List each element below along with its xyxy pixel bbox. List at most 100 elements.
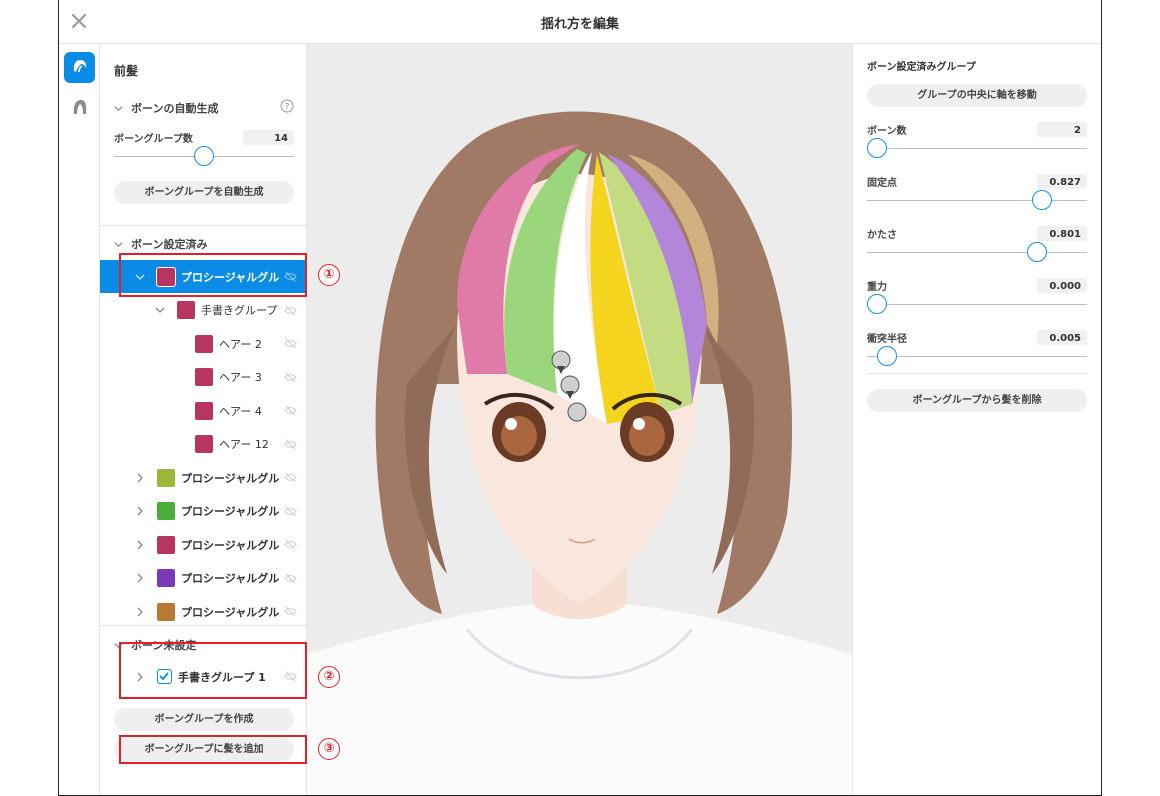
divider xyxy=(100,225,306,226)
chevron-down-icon xyxy=(114,241,123,247)
tree-row-label: 手書きグループ xyxy=(201,304,278,317)
tree-row[interactable]: プロシージャルグル xyxy=(100,595,307,628)
chevron-down-icon xyxy=(114,105,123,111)
eye-hidden-icon[interactable] xyxy=(284,304,297,317)
chevron-right-icon[interactable] xyxy=(135,540,145,550)
annotation-number-2: ② xyxy=(318,666,340,688)
group-count-value[interactable]: 14 xyxy=(243,130,294,145)
annotation-number-1: ① xyxy=(318,264,340,286)
param-slider-track[interactable] xyxy=(867,356,1087,357)
param-slider-track[interactable] xyxy=(867,304,1087,305)
rail-button-bangs[interactable] xyxy=(64,52,95,83)
tree-row[interactable]: プロシージャルグル xyxy=(100,461,307,494)
param-slider-track[interactable] xyxy=(867,200,1087,201)
eye-hidden-icon[interactable] xyxy=(284,404,297,417)
annotation-box-1 xyxy=(119,253,307,297)
group-count-slider-thumb[interactable] xyxy=(194,146,214,166)
configured-heading: ボーン設定済み xyxy=(131,238,208,251)
group-count-label: ボーングループ数 xyxy=(114,134,193,145)
param-value[interactable]: 0.005 xyxy=(1037,330,1087,345)
color-swatch[interactable] xyxy=(157,569,175,587)
auto-generate-header[interactable]: ボーンの自動生成 xyxy=(114,100,218,116)
param-slider-thumb[interactable] xyxy=(867,138,887,158)
param-slider-thumb[interactable] xyxy=(877,346,897,366)
tree-row-label: ヘアー 12 xyxy=(219,438,269,451)
param-value[interactable]: 2 xyxy=(1037,122,1087,137)
param-label: 衝突半径 xyxy=(867,334,907,345)
tree-row-label: プロシージャルグル xyxy=(181,505,280,518)
tree-row[interactable]: プロシージャルグル xyxy=(100,495,307,528)
chevron-right-icon[interactable] xyxy=(135,506,145,516)
tree-row-label: プロシージャルグル xyxy=(181,605,280,619)
param-label: かたさ xyxy=(867,230,897,241)
tree-row-label: プロシージャルグル xyxy=(181,572,280,585)
color-swatch[interactable] xyxy=(157,502,175,520)
color-swatch[interactable] xyxy=(177,301,195,319)
param-slider-thumb[interactable] xyxy=(1027,242,1048,262)
annotation-number-3: ③ xyxy=(318,738,340,760)
3d-viewport[interactable] xyxy=(307,44,852,795)
param-slider-thumb[interactable] xyxy=(867,294,887,314)
back-hair-icon xyxy=(73,100,87,114)
help-icon[interactable]: ? xyxy=(280,99,294,113)
param-value[interactable]: 0.000 xyxy=(1037,278,1087,293)
right-panel: ボーン設定済みグループ グループの中央に軸を移動 ボーン数 2 固定点 0.827 かた… xyxy=(852,44,1101,795)
eye-hidden-icon[interactable] xyxy=(284,572,297,585)
tree-row[interactable]: ヘアー 4 xyxy=(100,394,307,427)
tree-row-label: ヘアー 2 xyxy=(219,337,262,351)
param-value[interactable]: 0.801 xyxy=(1037,226,1087,241)
eye-hidden-icon[interactable] xyxy=(284,538,297,551)
eye-hidden-icon[interactable] xyxy=(284,337,297,350)
tree-row[interactable]: ヘアー 3 xyxy=(100,361,307,394)
param-label: ボーン数 xyxy=(867,126,907,137)
auto-generate-button[interactable]: ボーングループを自動生成 xyxy=(114,181,294,204)
param-value[interactable]: 0.827 xyxy=(1037,174,1087,189)
eye-hidden-icon[interactable] xyxy=(284,371,297,384)
tree-row[interactable]: ヘアー 12 xyxy=(100,428,307,461)
param-slider-thumb[interactable] xyxy=(1032,190,1053,210)
panel-title: 前髪 xyxy=(114,64,139,78)
rail-button-back-hair[interactable] xyxy=(64,92,95,123)
divider xyxy=(100,625,306,626)
create-group-button[interactable]: ボーングループを作成 xyxy=(114,708,294,731)
color-swatch[interactable] xyxy=(195,401,213,420)
tree-row[interactable]: ヘアー 2 xyxy=(100,327,307,360)
tree-row-label: プロシージャルグル xyxy=(181,538,280,552)
tree-row-label: ヘアー 3 xyxy=(219,371,262,384)
color-swatch[interactable] xyxy=(195,435,213,453)
right-panel-title: ボーン設定済みグループ xyxy=(867,62,976,73)
bangs-icon xyxy=(73,60,87,73)
chevron-right-icon[interactable] xyxy=(135,573,145,583)
configured-header[interactable]: ボーン設定済み xyxy=(114,236,207,252)
color-swatch[interactable] xyxy=(157,602,175,621)
param-slider-track[interactable] xyxy=(867,148,1087,149)
color-swatch[interactable] xyxy=(157,535,175,554)
param-label: 重力 xyxy=(867,282,887,293)
color-swatch[interactable] xyxy=(157,468,175,487)
eye-hidden-icon[interactable] xyxy=(284,605,297,618)
param-slider-track[interactable] xyxy=(867,252,1087,253)
chevron-right-icon[interactable] xyxy=(135,473,145,483)
editor-window: 揺れ方を編集 前髪 ボーンの自動生成 ? ボーングループ数 14 ボーングループ… xyxy=(58,0,1102,796)
eye-hidden-icon[interactable] xyxy=(284,471,297,484)
remove-hair-button[interactable]: ボーングループから髪を削除 xyxy=(867,389,1087,412)
tree-row[interactable]: 手書きグループ xyxy=(100,294,307,327)
header-bar: 揺れ方を編集 xyxy=(59,0,1101,44)
category-rail xyxy=(59,44,100,795)
annotation-box-3 xyxy=(119,735,307,764)
annotation-box-2 xyxy=(119,642,307,699)
tree-row[interactable]: プロシージャルグル xyxy=(100,528,307,561)
svg-text:?: ? xyxy=(285,103,290,113)
param-label: 固定点 xyxy=(867,178,897,189)
tree-row-label: ヘアー 4 xyxy=(219,404,262,418)
chevron-down-icon[interactable] xyxy=(155,305,165,315)
character-preview xyxy=(307,111,852,795)
tree-row[interactable]: プロシージャルグル xyxy=(100,562,307,595)
color-swatch[interactable] xyxy=(195,368,213,386)
center-axis-button[interactable]: グループの中央に軸を移動 xyxy=(867,84,1087,107)
divider xyxy=(867,373,1087,374)
eye-hidden-icon[interactable] xyxy=(284,438,297,451)
color-swatch[interactable] xyxy=(195,334,213,353)
chevron-right-icon[interactable] xyxy=(135,607,145,617)
eye-hidden-icon[interactable] xyxy=(284,505,297,518)
